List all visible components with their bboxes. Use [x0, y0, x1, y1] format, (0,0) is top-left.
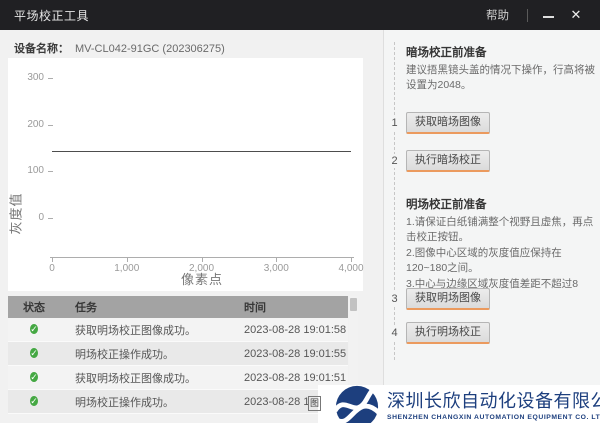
- table-header-task: 任务: [60, 299, 232, 315]
- x-tick-mark: [202, 258, 203, 262]
- table-row: ✓ 明场校正操作成功。2023-08-28 19:01:55: [8, 342, 348, 366]
- dark-field-section-desc: 建议捂黑镜头盖的情况下操作，行高将被设置为2048。: [406, 63, 598, 93]
- get-bright-field-image-button[interactable]: 获取明场图像: [406, 288, 490, 310]
- step-4-number: 4: [388, 326, 401, 340]
- x-tick-label: 2,000: [182, 263, 222, 274]
- company-watermark: 深圳长欣自动化设备有限公司 SHENZHEN CHANGXIN AUTOMATI…: [318, 385, 600, 423]
- minimize-icon: [543, 16, 554, 18]
- bright-field-note-2: 2.图像中心区域的灰度值应保持在120~180之间。: [406, 246, 598, 276]
- y-tick-label: 300: [8, 72, 44, 84]
- bright-field-section-title: 明场校正前准备: [406, 196, 487, 212]
- task-cell: 明场校正操作成功。: [60, 394, 232, 410]
- titlebar-divider: [527, 9, 528, 22]
- minimize-button[interactable]: [538, 5, 558, 25]
- device-name-label: 设备名称：: [14, 43, 69, 55]
- time-cell: 2023-08-28 19:01:55: [232, 348, 348, 360]
- y-tick-label: 200: [8, 119, 44, 131]
- close-icon: ✕: [571, 7, 582, 23]
- task-cell: 明场校正操作成功。: [60, 346, 232, 362]
- step-2-number: 2: [388, 154, 401, 168]
- company-name-en: SHENZHEN CHANGXIN AUTOMATION EQUIPMENT C…: [387, 414, 600, 421]
- company-logo-icon: [334, 385, 380, 423]
- bright-field-note-1: 1.请保证白纸铺满整个视野且虚焦，再点击校正按钮。: [406, 215, 598, 245]
- run-bright-field-correction-button[interactable]: 执行明场校正: [406, 322, 490, 344]
- status-cell: ✓: [8, 322, 60, 337]
- broken-image-glyph: 图: [308, 396, 321, 411]
- y-tick-mark: [48, 78, 53, 79]
- task-cell: 获取明场校正图像成功。: [60, 370, 232, 386]
- x-tick-mark: [351, 258, 352, 262]
- task-cell: 获取明场校正图像成功。: [60, 322, 232, 338]
- run-dark-field-correction-button[interactable]: 执行暗场校正: [406, 150, 490, 172]
- status-cell: ✓: [8, 346, 60, 361]
- table-header-time: 时间: [232, 299, 348, 315]
- dark-field-section-title: 暗场校正前准备: [406, 44, 487, 60]
- table-row: ✓ 获取明场校正图像成功。2023-08-28 19:01:51: [8, 366, 348, 390]
- success-check-icon: ✓: [30, 372, 38, 382]
- title-bar: 平场校正工具 帮助 ✕: [0, 0, 600, 30]
- time-cell: 2023-08-28 19:01:51: [232, 372, 348, 384]
- y-tick-mark: [48, 125, 53, 126]
- window-title: 平场校正工具: [14, 7, 89, 24]
- device-name-value: MV-CL042-91GC (202306275): [75, 43, 225, 55]
- success-check-icon: ✓: [30, 396, 38, 406]
- task-log-table: 状态 任务 时间 ✓获取明场校正图像成功。2023-08-28 19:01:58…: [8, 296, 358, 414]
- y-tick-mark: [48, 171, 53, 172]
- gray-value-series-line: [52, 151, 351, 152]
- table-header-status: 状态: [8, 299, 60, 315]
- table-body: ✓获取明场校正图像成功。2023-08-28 19:01:58✓明场校正操作成功…: [8, 318, 358, 414]
- success-check-icon: ✓: [30, 348, 38, 358]
- x-tick-label: 0: [32, 263, 72, 274]
- status-cell: ✓: [8, 394, 60, 409]
- step-3-number: 3: [388, 292, 401, 306]
- step-connector-line: [394, 42, 395, 360]
- x-tick-mark: [127, 258, 128, 262]
- calibration-panel: 暗场校正前准备 建议捂黑镜头盖的情况下操作，行高将被设置为2048。 1 获取暗…: [383, 30, 600, 423]
- x-tick-mark: [276, 258, 277, 262]
- y-tick-mark: [48, 218, 53, 219]
- x-tick-label: 4,000: [331, 263, 371, 274]
- table-header-row: 状态 任务 时间: [8, 296, 348, 318]
- gray-value-chart: 灰度值 像素点 010020030001,0002,0003,0004,000: [8, 58, 363, 291]
- titlebar-controls: 帮助 ✕: [480, 3, 586, 27]
- company-name-cn: 深圳长欣自动化设备有限公司: [387, 387, 600, 413]
- company-name-block: 深圳长欣自动化设备有限公司 SHENZHEN CHANGXIN AUTOMATI…: [387, 387, 600, 421]
- table-row: ✓ 获取明场校正图像成功。2023-08-28 19:01:58: [8, 318, 348, 342]
- help-button[interactable]: 帮助: [480, 3, 515, 27]
- success-check-icon: ✓: [30, 324, 38, 334]
- x-tick-label: 3,000: [256, 263, 296, 274]
- x-tick-label: 1,000: [107, 263, 147, 274]
- table-row: ✓明场校正操作成功。2023-08-28 1: [8, 390, 348, 414]
- time-cell: 2023-08-28 19:01:58: [232, 324, 348, 336]
- close-button[interactable]: ✕: [566, 5, 586, 25]
- y-tick-label: 0: [8, 212, 44, 224]
- x-tick-mark: [52, 258, 53, 262]
- table-scrollbar-thumb[interactable]: [350, 298, 357, 311]
- step-1-number: 1: [388, 116, 401, 130]
- y-tick-label: 100: [8, 165, 44, 177]
- device-row: 设备名称： MV-CL042-91GC (202306275): [14, 40, 225, 56]
- get-dark-field-image-button[interactable]: 获取暗场图像: [406, 112, 490, 134]
- status-cell: ✓: [8, 370, 60, 385]
